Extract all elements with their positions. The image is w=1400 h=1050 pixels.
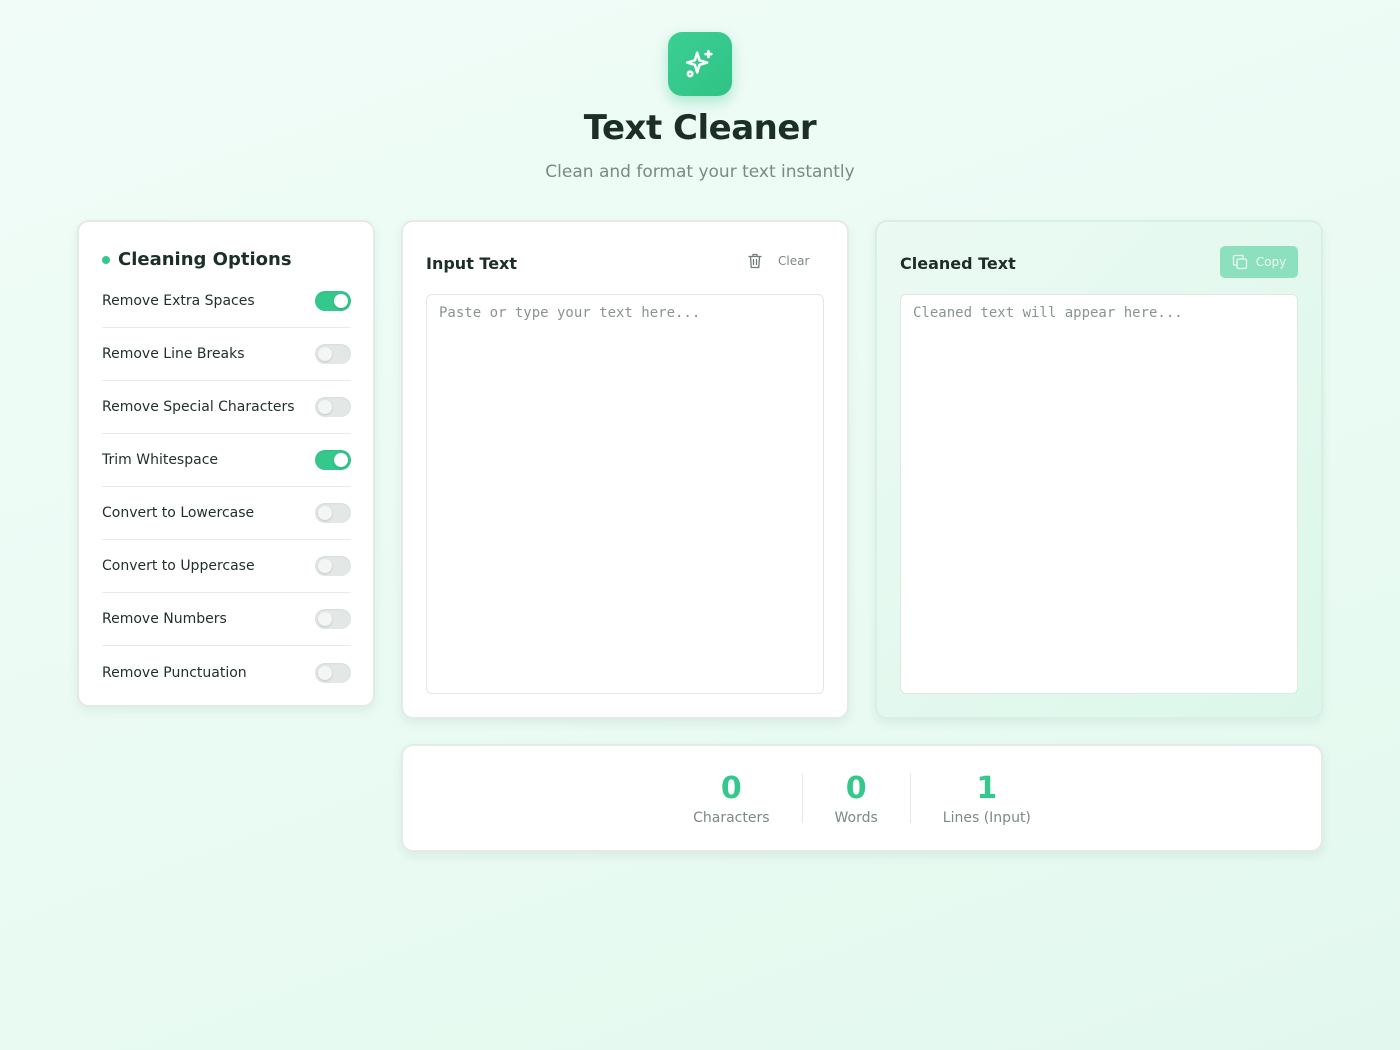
toggle-knob <box>334 453 348 467</box>
output-panel: Cleaned Text Copy Cleaned text will appe… <box>875 220 1323 719</box>
option-toggle[interactable] <box>315 397 351 417</box>
cleaning-options-panel: Cleaning Options Remove Extra Spaces Remo… <box>77 220 375 707</box>
clear-button-label: Clear <box>778 254 810 268</box>
copy-icon <box>1232 254 1248 270</box>
option-label: Trim Whitespace <box>102 452 219 468</box>
clear-button[interactable]: Clear <box>748 253 809 269</box>
copy-button[interactable]: Copy <box>1220 246 1298 278</box>
option-row: Remove Numbers <box>102 593 351 646</box>
options-title: Cleaning Options <box>118 249 292 270</box>
toggle-knob <box>318 347 332 361</box>
option-row: Remove Extra Spaces <box>102 275 351 328</box>
option-row: Remove Punctuation <box>102 646 351 699</box>
input-title: Input Text <box>426 254 518 273</box>
option-label: Remove Punctuation <box>102 664 247 681</box>
option-label: Convert to Lowercase <box>102 505 255 521</box>
option-toggle[interactable] <box>315 556 351 576</box>
stats-row: 0 Characters 0 Words 1 Lines (Input) <box>403 746 1321 850</box>
option-label: Convert to Uppercase <box>102 558 255 574</box>
trash-icon <box>748 253 762 269</box>
toggle-knob <box>318 559 332 573</box>
option-label: Remove Line Breaks <box>102 346 245 362</box>
output-placeholder: Cleaned text will appear here... <box>913 305 1183 321</box>
option-label: Remove Special Characters <box>102 399 295 415</box>
option-row: Remove Special Characters <box>102 381 351 434</box>
copy-button-label: Copy <box>1255 255 1287 269</box>
option-toggle[interactable] <box>315 609 351 629</box>
toggle-knob <box>318 400 332 414</box>
input-textarea[interactable] <box>426 294 824 694</box>
sparkles-icon <box>668 32 732 96</box>
stat-lines-value: 1 <box>976 770 998 806</box>
page-subtitle: Clean and format your text instantly <box>545 162 855 182</box>
stat-characters-value: 0 <box>720 770 742 806</box>
status-dot-icon <box>102 255 110 264</box>
toggle-knob <box>318 612 332 626</box>
option-toggle[interactable] <box>315 450 351 470</box>
options-list: Remove Extra Spaces Remove Line Breaks Rem… <box>102 275 351 699</box>
options-header: Cleaning Options <box>102 249 292 270</box>
option-row: Trim Whitespace <box>102 434 351 487</box>
option-label: Remove Numbers <box>102 611 227 627</box>
toggle-knob <box>334 294 348 308</box>
page-title: Text Cleaner <box>583 108 817 148</box>
option-toggle[interactable] <box>315 291 351 311</box>
option-row: Remove Line Breaks <box>102 328 351 381</box>
stat-words: 0 Words <box>803 771 910 826</box>
stat-lines-label: Lines (Input) <box>942 809 1031 826</box>
stats-panel: 0 Characters 0 Words 1 Lines (Input) <box>401 744 1323 852</box>
stat-words-value: 0 <box>845 770 867 806</box>
toggle-knob <box>318 665 332 680</box>
toggle-knob <box>318 506 332 520</box>
option-row: Convert to Lowercase <box>102 487 351 540</box>
stat-lines: 1 Lines (Input) <box>911 771 1063 826</box>
output-title: Cleaned Text <box>900 254 1016 273</box>
option-row: Convert to Uppercase <box>102 540 351 593</box>
option-toggle[interactable] <box>315 662 351 683</box>
option-toggle[interactable] <box>315 503 351 523</box>
stat-words-label: Words <box>834 809 878 826</box>
stat-characters: 0 Characters <box>661 771 801 826</box>
option-label: Remove Extra Spaces <box>102 293 255 309</box>
input-panel: Input Text Clear <box>401 220 849 719</box>
option-toggle[interactable] <box>315 344 351 364</box>
stat-characters-label: Characters <box>693 809 770 826</box>
output-textarea[interactable]: Cleaned text will appear here... <box>900 294 1298 694</box>
